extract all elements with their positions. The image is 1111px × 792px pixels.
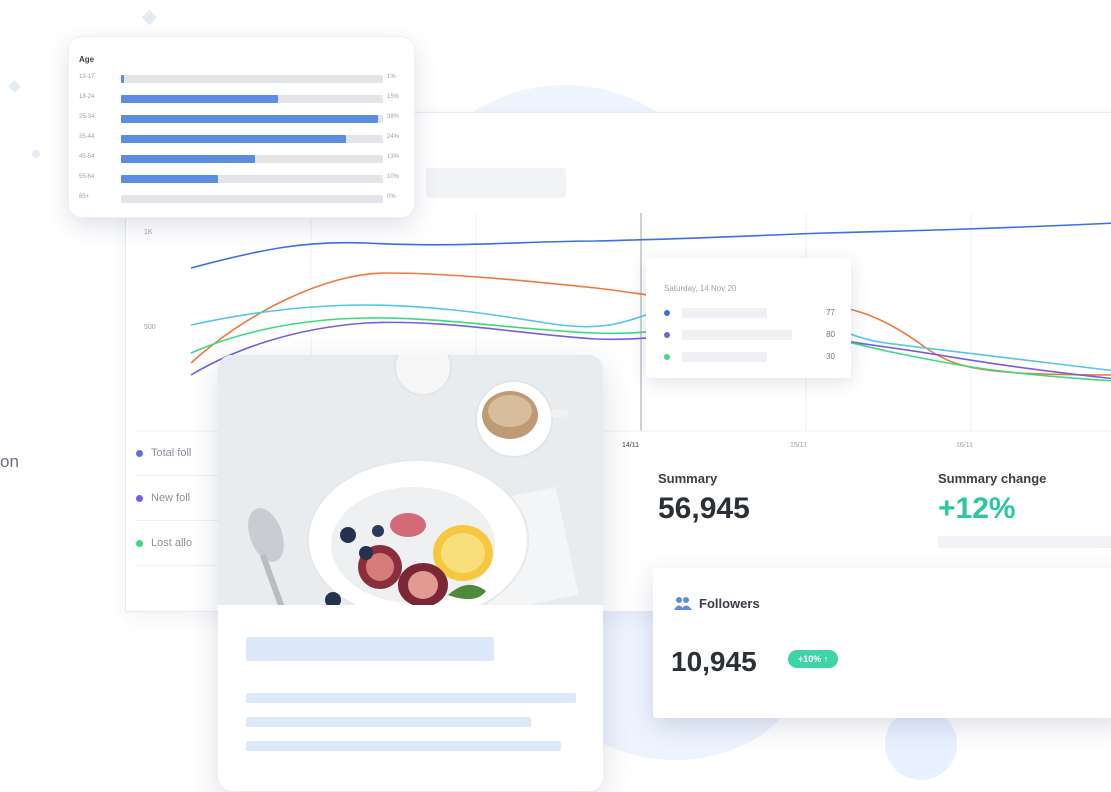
age-bar-track bbox=[121, 115, 383, 123]
age-bar-track bbox=[121, 95, 383, 103]
tooltip-title: Saturday, 14 Nov 20 bbox=[664, 284, 737, 293]
legend-dot bbox=[136, 494, 143, 502]
legend-dot bbox=[136, 539, 143, 547]
age-row: 25-34 38% bbox=[79, 113, 399, 125]
age-row: 35-44 24% bbox=[79, 133, 399, 145]
age-row-value: 0% bbox=[387, 194, 396, 200]
age-distribution-card: Age 13-17 1% 18-24 15% 25-34 38% 35-44 24% 45-54… bbox=[68, 36, 415, 218]
tooltip-value: 77 bbox=[826, 308, 835, 317]
age-bar-track bbox=[121, 135, 383, 143]
tooltip-row bbox=[664, 308, 767, 318]
age-row-label: 35-44 bbox=[79, 134, 95, 140]
tooltip-bar bbox=[682, 352, 767, 362]
summary-label: Summary bbox=[658, 471, 718, 486]
skeleton-line bbox=[246, 717, 531, 727]
tooltip-bar bbox=[682, 308, 767, 318]
age-bar-track bbox=[121, 155, 383, 163]
age-bar-track bbox=[121, 175, 383, 183]
summary-value: 56,945 bbox=[658, 492, 750, 525]
age-row: 45-54 13% bbox=[79, 153, 399, 165]
tooltip-row bbox=[664, 352, 767, 362]
age-row-label: 45-54 bbox=[79, 154, 95, 160]
summary-change-value: +12% bbox=[938, 492, 1016, 525]
decor-dot bbox=[32, 150, 40, 158]
x-tick-label: 14/11 bbox=[622, 442, 639, 449]
age-bar-fill bbox=[121, 135, 347, 143]
skeleton-line bbox=[246, 741, 561, 751]
series-dot bbox=[664, 310, 670, 316]
age-row-label: 13-17 bbox=[79, 74, 95, 80]
age-row: 13-17 1% bbox=[79, 73, 399, 85]
summary-block: Summary 56,945 bbox=[658, 471, 750, 526]
summary-change-label: Summary change bbox=[938, 471, 1047, 486]
age-card-title: Age bbox=[79, 55, 95, 64]
x-tick-label: 16/11 bbox=[956, 442, 973, 449]
skeleton-line bbox=[246, 693, 576, 703]
age-row-value: 24% bbox=[387, 134, 400, 140]
chart-tooltip: Saturday, 14 Nov 20 77 80 30 bbox=[646, 258, 851, 378]
cropped-side-text: on bbox=[0, 452, 19, 471]
age-row-value: 38% bbox=[387, 114, 400, 120]
summary-change-bar bbox=[938, 536, 1111, 548]
tooltip-row bbox=[664, 330, 792, 340]
y-tick-label: 1K bbox=[144, 229, 153, 236]
tooltip-bar bbox=[682, 330, 792, 340]
age-bar-fill bbox=[121, 155, 255, 163]
age-bar-track bbox=[121, 195, 383, 203]
tooltip-value: 80 bbox=[826, 330, 835, 339]
x-tick-label: 15/11 bbox=[790, 442, 807, 449]
age-bar-fill bbox=[121, 175, 218, 183]
post-preview-card[interactable] bbox=[218, 355, 603, 791]
skeleton-title bbox=[246, 637, 494, 661]
legend-label: Total foll bbox=[151, 447, 192, 459]
summary-change-block: Summary change +12% bbox=[938, 471, 1111, 548]
followers-change-badge: +10% ↑ bbox=[788, 650, 839, 668]
age-row-label: 55-64 bbox=[79, 174, 95, 180]
age-row-label: 65+ bbox=[79, 194, 90, 200]
legend-label: New foll bbox=[151, 492, 191, 504]
age-row: 18-24 15% bbox=[79, 93, 399, 105]
age-bar-fill bbox=[121, 115, 378, 123]
series-dot bbox=[664, 354, 670, 360]
series-dot bbox=[664, 332, 670, 338]
age-bar-track bbox=[121, 75, 383, 83]
age-row-label: 18-24 bbox=[79, 94, 95, 100]
y-tick-label: 500 bbox=[144, 324, 156, 331]
age-row-label: 25-34 bbox=[79, 114, 95, 120]
age-row-value: 10% bbox=[387, 174, 400, 180]
followers-card: Followers 10,945 +10% ↑ bbox=[653, 568, 1111, 718]
age-bar-fill bbox=[121, 75, 124, 83]
tooltip-value: 30 bbox=[826, 352, 835, 361]
age-bar-fill bbox=[121, 95, 279, 103]
legend-label: Lost allo bbox=[151, 537, 192, 549]
background-circle bbox=[885, 708, 957, 780]
followers-icon bbox=[674, 597, 692, 610]
age-row: 55-64 10% bbox=[79, 173, 399, 185]
decor-diamond bbox=[8, 80, 21, 93]
followers-value: 10,945 bbox=[671, 646, 757, 677]
legend-dot bbox=[136, 449, 143, 457]
age-row-value: 15% bbox=[387, 94, 400, 100]
age-row-value: 13% bbox=[387, 154, 400, 160]
age-row: 65+ 0% bbox=[79, 193, 399, 205]
decor-diamond bbox=[141, 9, 158, 26]
age-row-value: 1% bbox=[387, 74, 396, 80]
food-photo bbox=[218, 355, 603, 605]
followers-label: Followers bbox=[699, 596, 760, 611]
